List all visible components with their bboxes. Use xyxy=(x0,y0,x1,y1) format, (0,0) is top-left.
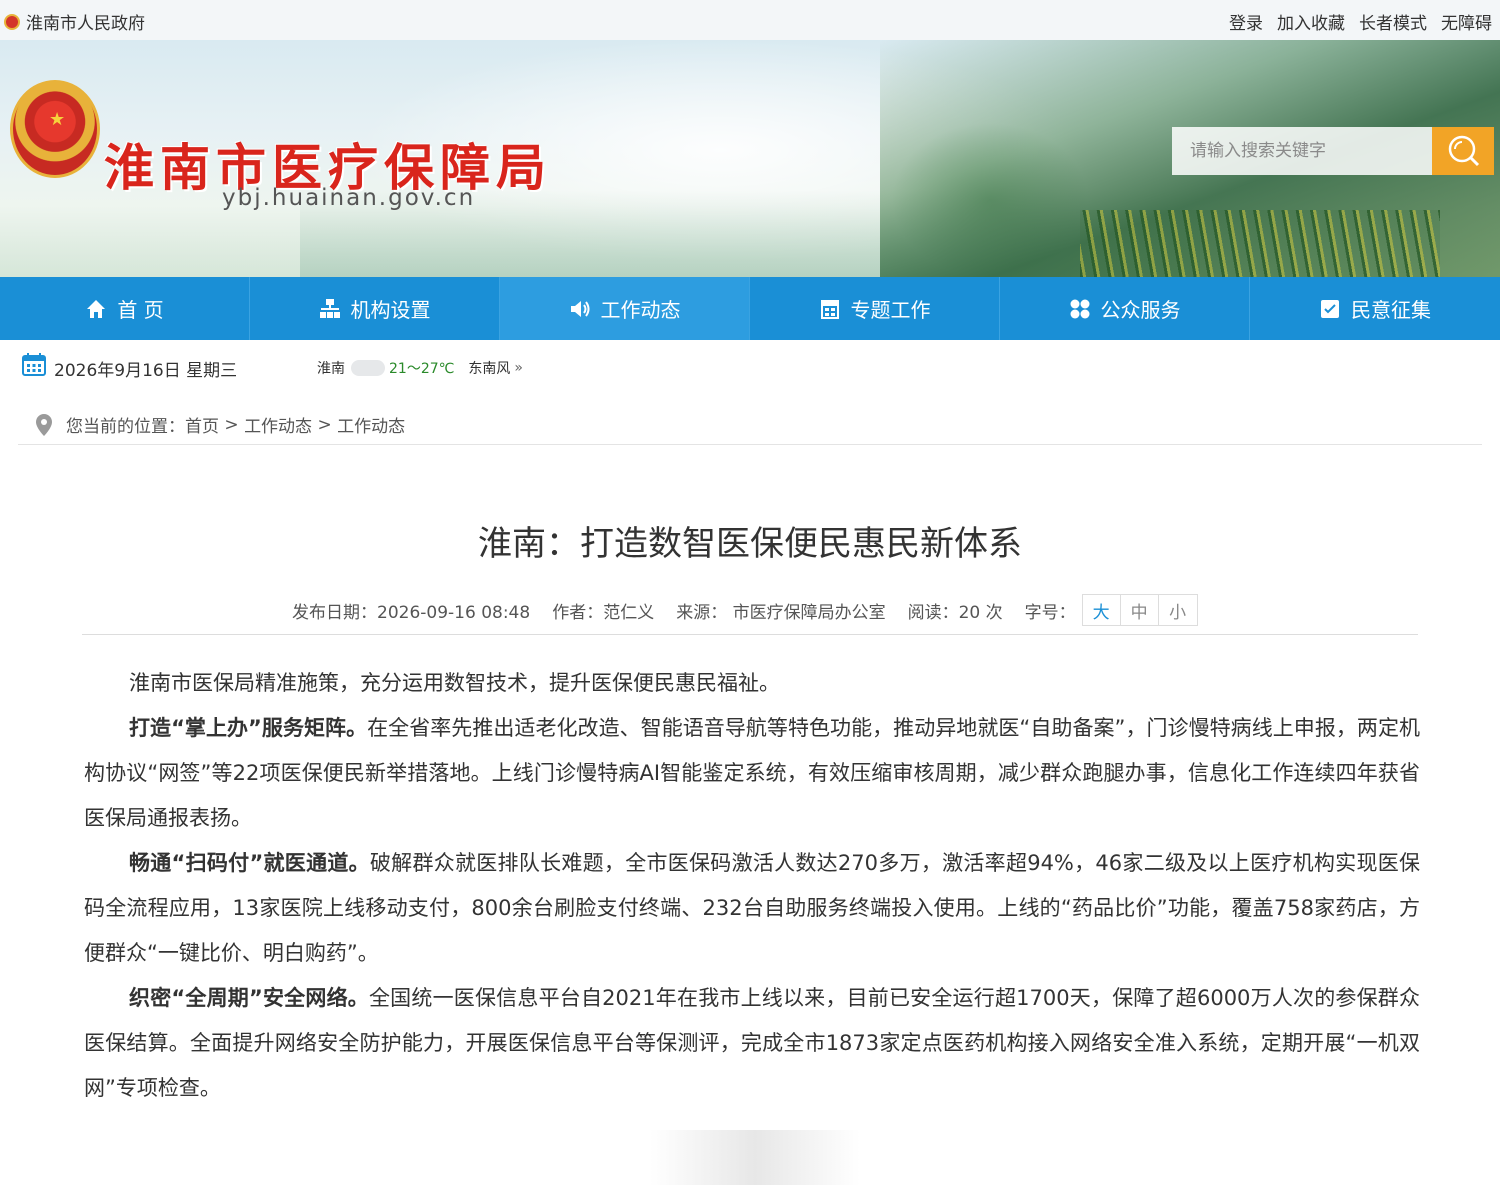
login-link[interactable]: 登录 xyxy=(1229,9,1263,34)
bookmark-link[interactable]: 加入收藏 xyxy=(1277,9,1345,34)
font-size-selector: 大 中 小 xyxy=(1081,594,1198,626)
font-size-medium[interactable]: 中 xyxy=(1121,595,1159,625)
paragraph: 打造“掌上办”服务矩阵。在全省率先推出适老化改造、智能语音导航等特色功能，推动异… xyxy=(84,706,1420,841)
article-title: 淮南：打造数智医保便民惠民新体系 xyxy=(478,524,1022,564)
main-nav: 首 页 机构设置 工作动态 专题工作 公众服务 民意征集 xyxy=(0,277,1500,340)
nav-public-service[interactable]: 公众服务 xyxy=(1000,277,1250,340)
calendar-icon xyxy=(22,353,46,376)
building-icon xyxy=(820,299,839,319)
weather-more-icon[interactable]: » xyxy=(514,360,523,376)
nav-organization[interactable]: 机构设置 xyxy=(250,277,500,340)
breadcrumb-home[interactable]: 首页 xyxy=(185,412,219,437)
divider xyxy=(82,634,1418,635)
article-meta: 发布日期：2026-09-16 08:48 作者：范仁义 来源： 市医疗保障局办… xyxy=(292,594,1198,626)
nav-label: 首 页 xyxy=(117,298,164,322)
paragraph-heading: 打造“掌上办”服务矩阵。 xyxy=(129,716,368,740)
paragraph-text: 淮南市医保局精准施策，充分运用数智技术，提升医保便民惠民福祉。 xyxy=(129,671,780,695)
article-body: 淮南市医保局精准施策，充分运用数智技术，提升医保便民惠民福祉。 打造“掌上办”服… xyxy=(84,661,1420,1111)
national-emblem-icon: ★ xyxy=(10,80,100,178)
nav-label: 公众服务 xyxy=(1100,298,1181,322)
top-links: 登录 加入收藏 长者模式 无障碍 xyxy=(1229,9,1492,34)
author: 作者：范仁义 xyxy=(552,602,655,623)
font-size-label: 字号： xyxy=(1024,602,1076,623)
nav-home[interactable]: 首 页 xyxy=(0,277,250,340)
font-size-small[interactable]: 小 xyxy=(1159,595,1197,625)
paragraph: 畅通“扫码付”就医通道。破解群众就医排队长难题，全市医保码激活人数达270多万，… xyxy=(84,841,1420,976)
source: 来源： 市医疗保障局办公室 xyxy=(676,602,886,623)
faded-watermark xyxy=(650,1130,860,1185)
paragraph: 织密“全周期”安全网络。全国统一医保信息平台自2021年在我市上线以来，目前已安… xyxy=(84,976,1420,1111)
org-chart-icon xyxy=(319,298,340,318)
paragraph-heading: 织密“全周期”安全网络。 xyxy=(129,986,369,1010)
divider xyxy=(18,444,1482,445)
banner-flowers xyxy=(1080,210,1440,277)
nav-label: 民意征集 xyxy=(1351,298,1431,322)
elder-mode-link[interactable]: 长者模式 xyxy=(1359,9,1427,34)
weather-widget[interactable]: 淮南 21～27℃ 东南风 » xyxy=(317,358,523,378)
breadcrumb-separator: > xyxy=(219,414,245,435)
paragraph: 淮南市医保局精准施策，充分运用数智技术，提升医保便民惠民福祉。 xyxy=(84,661,1420,706)
search-icon xyxy=(1448,135,1480,167)
clipboard-icon xyxy=(1321,299,1339,318)
top-bar: 淮南市人民政府 登录 加入收藏 长者模式 无障碍 xyxy=(0,0,1500,40)
breadcrumb: 您当前的位置： 首页 > 工作动态 > 工作动态 xyxy=(36,412,405,437)
breadcrumb-prefix: 您当前的位置： xyxy=(66,417,185,437)
nav-work-news[interactable]: 工作动态 xyxy=(500,277,750,340)
nav-special-work[interactable]: 专题工作 xyxy=(750,277,1000,340)
site-domain: ybj.huainan.gov.cn xyxy=(222,185,476,211)
breadcrumb-separator: > xyxy=(312,414,338,435)
cloudy-icon xyxy=(351,360,385,376)
weather-city: 淮南 xyxy=(317,361,345,377)
nav-label: 工作动态 xyxy=(600,298,681,322)
gov-portal-link[interactable]: 淮南市人民政府 xyxy=(4,9,145,34)
nav-label: 机构设置 xyxy=(350,298,431,322)
font-size-large[interactable]: 大 xyxy=(1083,595,1121,625)
weather-temperature: 21～27℃ xyxy=(389,361,455,377)
location-pin-icon xyxy=(36,413,52,436)
weather-wind: 东南风 xyxy=(468,361,511,377)
search-button[interactable] xyxy=(1432,127,1494,175)
breadcrumb-current[interactable]: 工作动态 xyxy=(337,412,405,437)
nav-public-opinion[interactable]: 民意征集 xyxy=(1250,277,1500,340)
read-count: 阅读：20 次 xyxy=(907,602,1003,623)
grid-icon xyxy=(1070,299,1089,318)
speaker-icon xyxy=(570,300,589,317)
breadcrumb-work-news[interactable]: 工作动态 xyxy=(244,412,312,437)
home-icon xyxy=(87,299,106,318)
nav-label: 专题工作 xyxy=(850,298,931,322)
current-date: 2026年9月16日 星期三 xyxy=(54,361,238,381)
paragraph-heading: 畅通“扫码付”就医通道。 xyxy=(129,851,370,875)
emblem-icon xyxy=(4,13,20,30)
accessibility-link[interactable]: 无障碍 xyxy=(1441,9,1492,34)
gov-portal-label: 淮南市人民政府 xyxy=(26,14,145,34)
publish-date: 发布日期：2026-09-16 08:48 xyxy=(292,602,531,623)
search-input[interactable] xyxy=(1172,127,1432,175)
